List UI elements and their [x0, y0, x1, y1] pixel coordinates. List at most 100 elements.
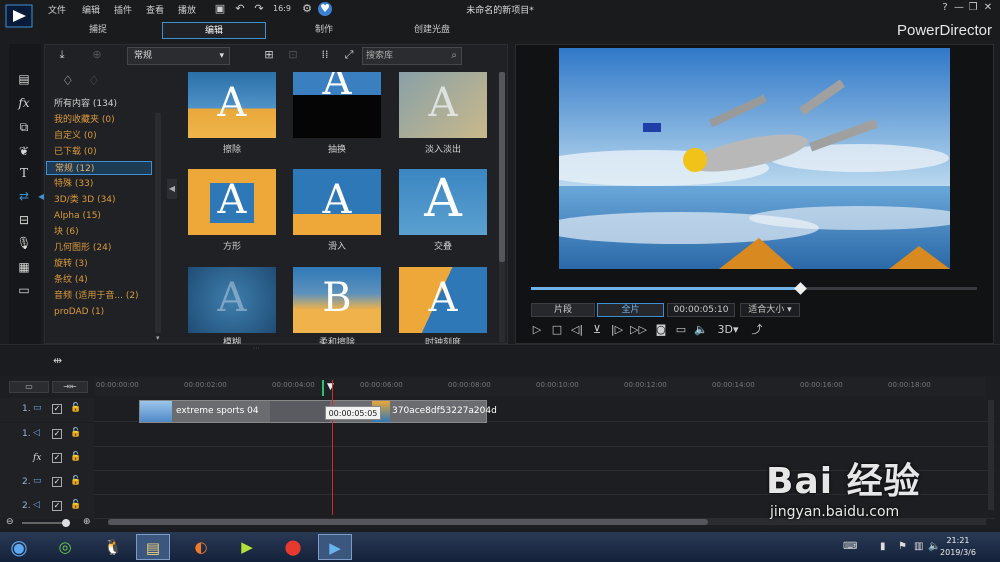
category-item[interactable]: 块 (6)	[46, 225, 152, 239]
tab-create-disc[interactable]: 创建光盘	[380, 22, 484, 39]
menu-plugins[interactable]: 插件	[114, 3, 132, 16]
restore-button[interactable]: ❐	[966, 1, 980, 15]
expand-view-icon[interactable]: ⤢	[342, 48, 356, 62]
collapse-panel-icon[interactable]: ◀	[167, 179, 177, 199]
category-item[interactable]: 已下载 (0)	[46, 145, 152, 159]
transition-thumb-soft-wipe[interactable]: B	[293, 267, 381, 333]
category-combo[interactable]: 常规 ▾	[127, 47, 230, 65]
timeline-scrollbar-thumb[interactable]	[108, 519, 708, 525]
category-item[interactable]: 自定义 (0)	[46, 129, 152, 143]
scroll-down-icon[interactable]: ▾	[156, 334, 160, 342]
category-item[interactable]: 音频 (适用于音... (2)	[46, 289, 152, 303]
import-media-icon[interactable]: ⤓	[55, 48, 69, 62]
track-enable-checkbox[interactable]: ✓	[52, 404, 62, 414]
network-icon[interactable]: ▥	[914, 541, 923, 552]
save-icon[interactable]: ▣	[213, 2, 227, 16]
subtitle-icon[interactable]: ▭	[674, 323, 688, 337]
add-tag-icon[interactable]: ♢	[62, 74, 74, 89]
lock-icon[interactable]: 🔓	[70, 476, 81, 486]
3d-toggle[interactable]: 3D▾	[716, 323, 740, 337]
tab-edit[interactable]: 编辑	[162, 22, 266, 39]
powerdirector-task-icon[interactable]: ▶	[318, 534, 352, 560]
category-item[interactable]: 条纹 (4)	[46, 273, 152, 287]
play-icon[interactable]: ▷	[530, 323, 544, 337]
media-room-icon[interactable]: ▤	[16, 71, 32, 87]
category-scrollbar[interactable]	[155, 113, 161, 333]
tray-icon[interactable]: ▮	[880, 541, 886, 552]
transition-thumb-clock[interactable]: A	[399, 267, 487, 333]
timecode-display[interactable]: 00:00:05:10	[667, 303, 735, 317]
zoom-slider-knob[interactable]	[62, 519, 70, 527]
next-frame-icon[interactable]: |▷	[610, 323, 624, 337]
transition-thumb-slide[interactable]: A	[293, 169, 381, 235]
category-item[interactable]: 特殊 (33)	[46, 177, 152, 191]
lock-icon[interactable]: 🔓	[70, 428, 81, 438]
redo-icon[interactable]: ↷	[252, 2, 266, 16]
subtitle-room-icon[interactable]: ▭	[16, 282, 32, 298]
close-button[interactable]: ✕	[981, 1, 995, 15]
zoom-out-icon[interactable]: ⊖	[6, 517, 14, 527]
view-grid-icon[interactable]: ⁞⁞	[318, 48, 332, 62]
category-item[interactable]: 几何图形 (24)	[46, 241, 152, 255]
zoom-in-icon[interactable]: ⊕	[83, 517, 91, 527]
timeline-in-marker[interactable]	[322, 380, 324, 396]
fast-forward-icon[interactable]: ▷▷	[630, 323, 647, 337]
lock-icon[interactable]: 🔓	[70, 500, 81, 510]
fit-size-select[interactable]: 适合大小 ▾	[740, 303, 800, 317]
volume-icon[interactable]: 🔈	[694, 323, 708, 337]
pip-room-icon[interactable]: ⧉	[16, 119, 32, 135]
tab-capture[interactable]: 捕捉	[46, 22, 150, 39]
start-button-icon[interactable]: ◉	[2, 534, 36, 560]
category-item-selected[interactable]: 常规 (12)	[46, 161, 152, 175]
panel-resize-handle-icon[interactable]: ⋯	[253, 344, 260, 352]
timeline-ruler[interactable]: 00:00:00:00 00:00:02:00 00:00:04:00 00:0…	[95, 378, 985, 396]
tab-produce[interactable]: 制作	[272, 22, 376, 39]
effect-room-icon[interactable]: fx	[16, 95, 32, 111]
transition-thumb-square[interactable]: A	[188, 169, 276, 235]
menu-edit[interactable]: 编辑	[82, 3, 100, 16]
timeline-vertical-scrollbar[interactable]	[988, 400, 994, 510]
settings-icon[interactable]: ⚙	[300, 2, 314, 16]
transition-room-icon[interactable]: ⇄	[16, 188, 32, 204]
library-scrollbar-thumb[interactable]	[499, 72, 505, 262]
menu-file[interactable]: 文件	[48, 3, 66, 16]
lock-icon[interactable]: 🔓	[70, 452, 81, 462]
track-enable-checkbox[interactable]: ✓	[52, 429, 62, 439]
notification-icon[interactable]: ♥	[318, 2, 332, 16]
transition-thumb-fade[interactable]: A	[399, 72, 487, 138]
track-enable-checkbox[interactable]: ✓	[52, 477, 62, 487]
qq-icon[interactable]: 🐧	[96, 534, 130, 560]
fit-timeline-icon[interactable]: ⇹	[53, 354, 62, 367]
fit-project-icon[interactable]: ⇥⇤	[52, 381, 88, 393]
category-item[interactable]: 旋转 (3)	[46, 257, 152, 271]
transition-thumb-wipe[interactable]: A	[188, 72, 276, 138]
category-item[interactable]: 3D/类 3D (34)	[46, 193, 152, 207]
record-icon[interactable]: ⬤	[276, 534, 310, 560]
transition-clip[interactable]	[270, 401, 330, 422]
explorer-icon[interactable]: ▤	[136, 534, 170, 560]
menu-play[interactable]: 播放	[178, 3, 196, 16]
undo-icon[interactable]: ↶	[233, 2, 247, 16]
chapter-room-icon[interactable]: ▦	[16, 259, 32, 275]
help-button[interactable]: ?	[938, 1, 952, 15]
movie-mode-button[interactable]: 全片	[597, 303, 664, 317]
add-to-timeline-icon[interactable]: ⊞	[262, 48, 276, 62]
audio-mixing-room-icon[interactable]: ⊟	[16, 212, 32, 228]
menu-view[interactable]: 查看	[146, 3, 164, 16]
transition-thumb-crossover[interactable]: A	[399, 169, 487, 235]
category-item[interactable]: 所有内容 (134)	[46, 97, 152, 111]
particle-room-icon[interactable]: ❦	[16, 143, 32, 159]
stop-icon[interactable]: □	[550, 323, 564, 337]
track-enable-checkbox[interactable]: ✓	[52, 453, 62, 463]
resolution-icon[interactable]: 16:9	[272, 2, 292, 16]
media-player-icon[interactable]: ▶	[230, 534, 264, 560]
transition-thumb-blur[interactable]: A	[188, 267, 276, 333]
flag-icon[interactable]: ⚑	[898, 541, 907, 552]
track-enable-checkbox[interactable]: ✓	[52, 501, 62, 511]
category-item[interactable]: proDAD (1)	[46, 305, 152, 319]
category-item[interactable]: 我的收藏夹 (0)	[46, 113, 152, 127]
lock-icon[interactable]: 🔓	[70, 403, 81, 413]
keyboard-icon[interactable]: ⌨	[843, 541, 857, 552]
firefox-icon[interactable]: ◐	[184, 534, 218, 560]
undock-preview-icon[interactable]: ⤴	[750, 323, 764, 337]
